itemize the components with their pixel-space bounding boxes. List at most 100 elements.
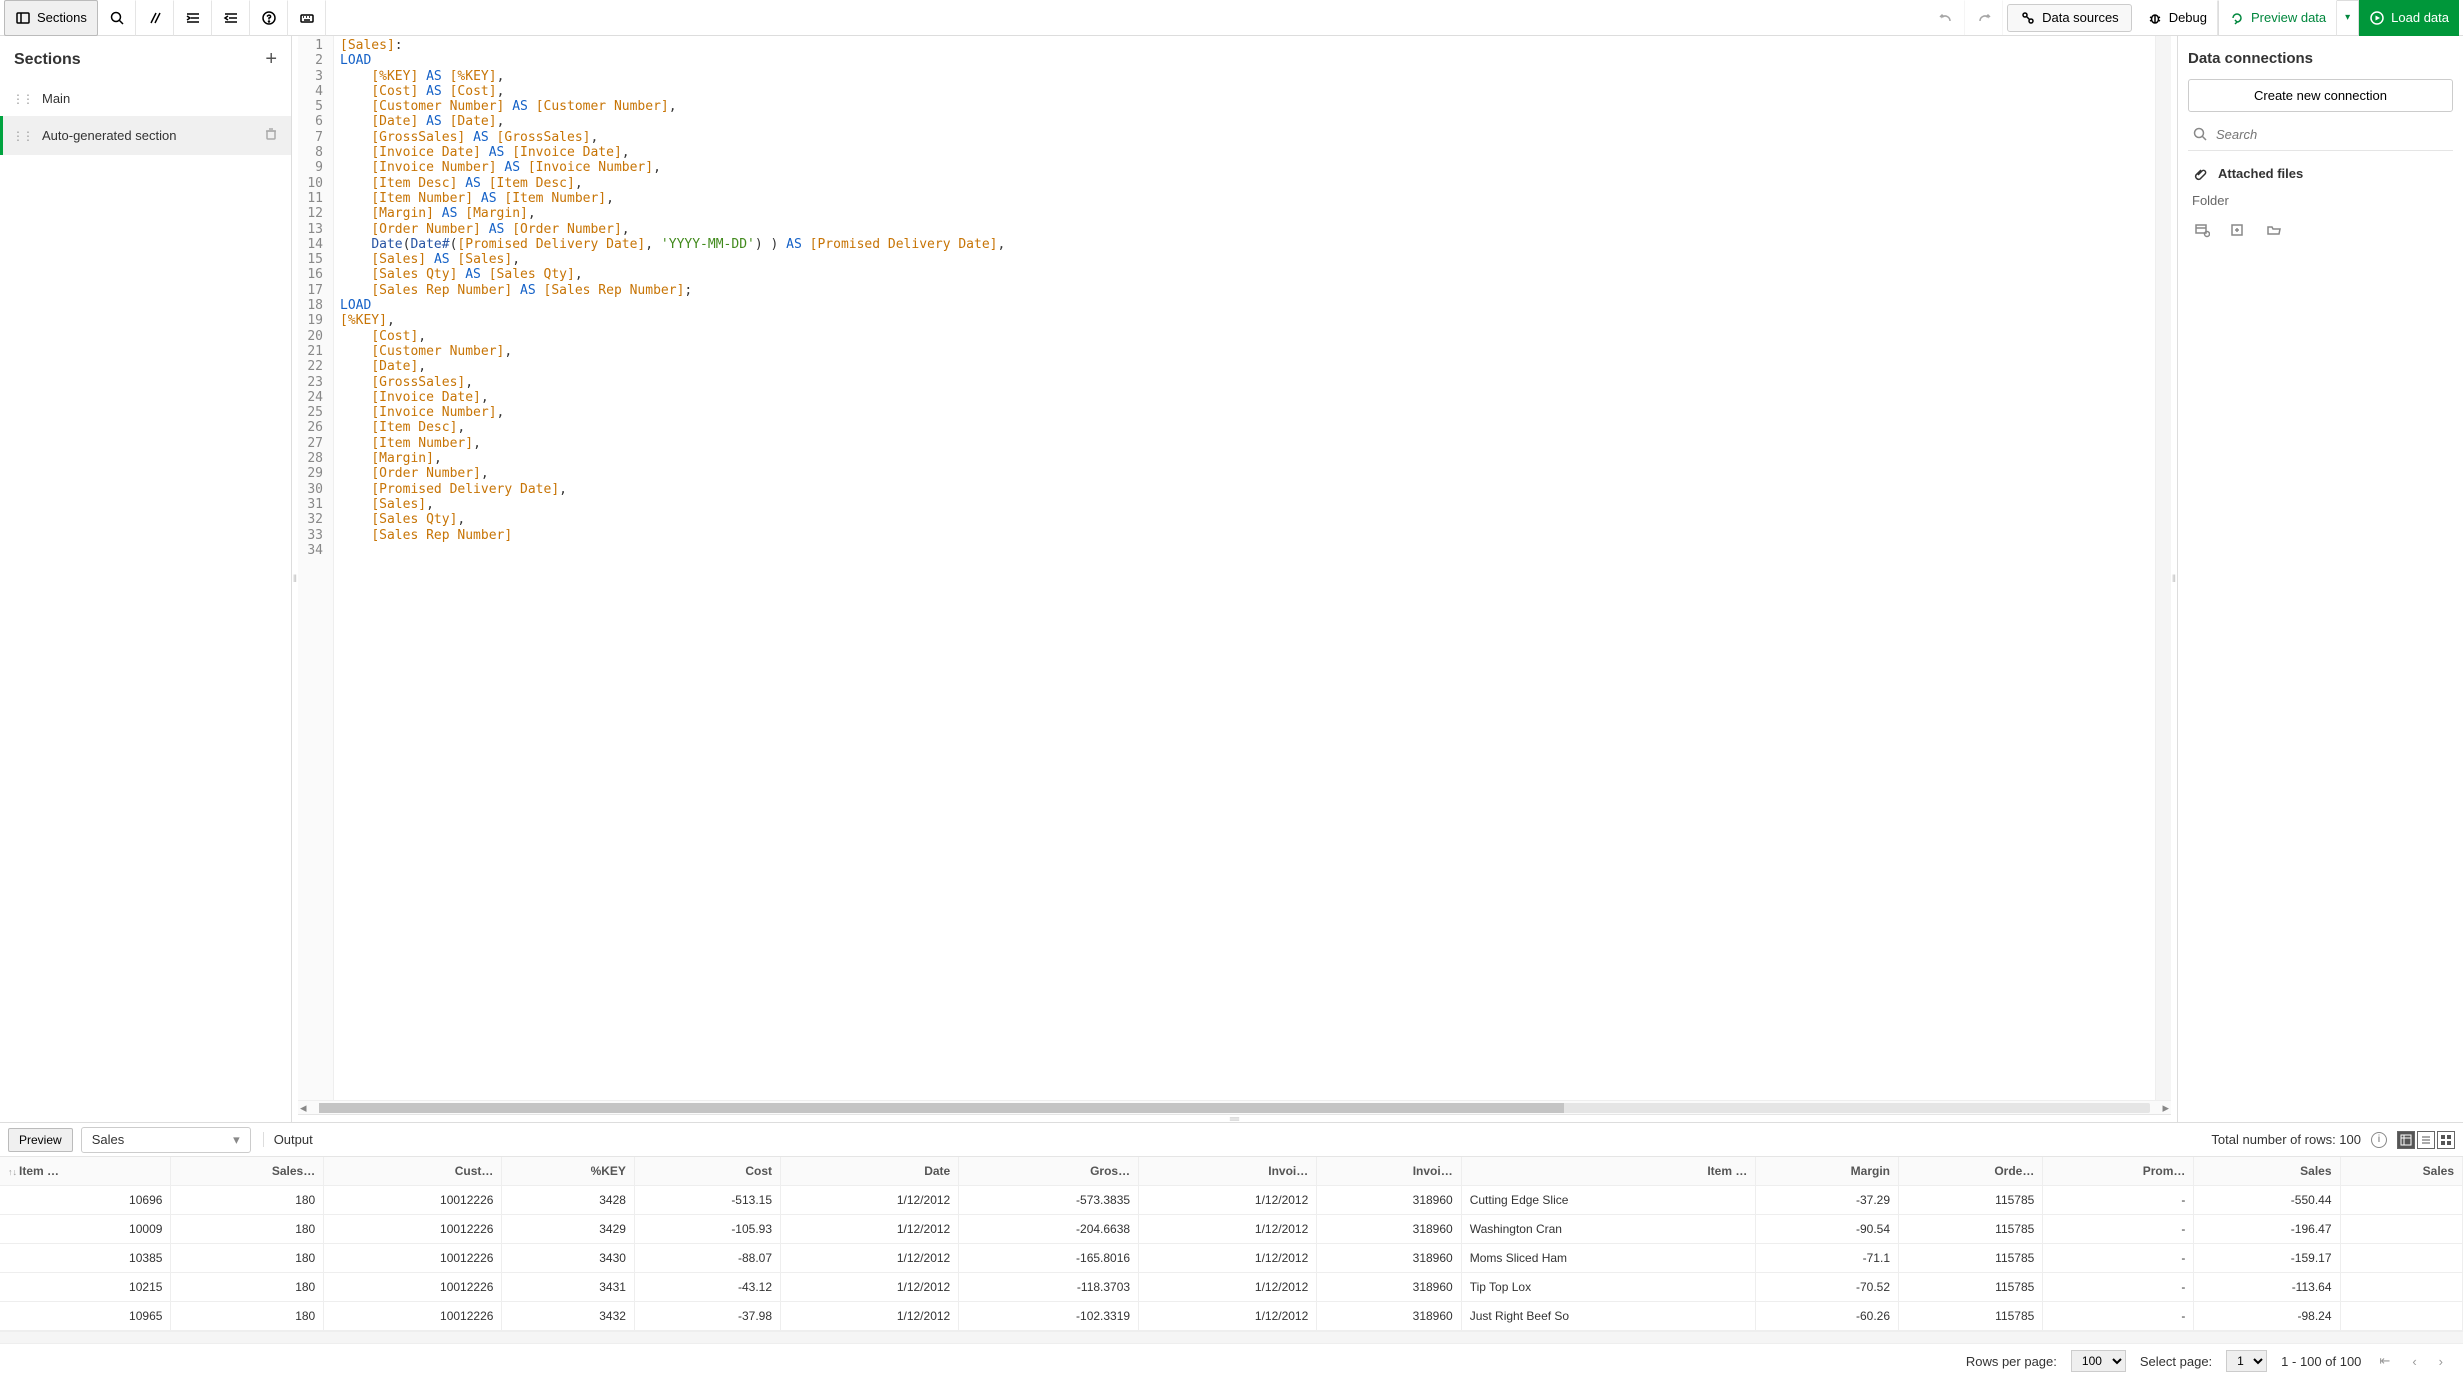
- table-cell: -159.17: [2194, 1244, 2340, 1273]
- view-list-button[interactable]: [2417, 1131, 2435, 1149]
- table-row[interactable]: 10696180100122263428-513.151/12/2012-573…: [0, 1186, 2463, 1215]
- folder-icon: [2266, 222, 2282, 238]
- column-header[interactable]: Margin: [1756, 1157, 1899, 1186]
- table-cell: -37.98: [634, 1302, 780, 1331]
- next-page-button[interactable]: ›: [2435, 1354, 2447, 1369]
- preview-grid[interactable]: ↑↓Item …Sales…Cust…%KEYCostDateGros…Invo…: [0, 1157, 2463, 1331]
- rows-count-label: Total number of rows: 100: [2211, 1132, 2361, 1147]
- drag-handle-icon[interactable]: ⋮⋮: [12, 92, 32, 106]
- preview-button[interactable]: Preview: [8, 1128, 73, 1152]
- column-header[interactable]: Cost: [634, 1157, 780, 1186]
- column-header[interactable]: Orde…: [1899, 1157, 2043, 1186]
- table-cell: [2340, 1302, 2463, 1331]
- table-cell: -: [2043, 1273, 2194, 1302]
- delete-section-button[interactable]: [263, 126, 279, 145]
- section-item-label: Auto-generated section: [42, 128, 176, 143]
- table-cell: 115785: [1899, 1186, 2043, 1215]
- insert-script-button[interactable]: [2230, 222, 2246, 241]
- splitter-handle-icon: ‖: [2172, 574, 2176, 585]
- table-cell: 10385: [0, 1244, 171, 1273]
- load-data-button[interactable]: Load data: [2359, 0, 2459, 36]
- column-header[interactable]: Date: [781, 1157, 959, 1186]
- folder-open-button[interactable]: [2266, 222, 2282, 241]
- column-header[interactable]: Prom…: [2043, 1157, 2194, 1186]
- column-header[interactable]: ↑↓Item …: [0, 1157, 171, 1186]
- table-cell: 1/12/2012: [781, 1186, 959, 1215]
- indent-button[interactable]: [174, 0, 212, 36]
- sort-icon: ↑↓: [8, 1167, 17, 1177]
- column-header[interactable]: Cust…: [324, 1157, 502, 1186]
- column-header[interactable]: Sales: [2194, 1157, 2340, 1186]
- grid-scrollbar[interactable]: [0, 1331, 2463, 1343]
- keyboard-button[interactable]: [288, 0, 326, 36]
- table-cell: 10215: [0, 1273, 171, 1302]
- preview-data-dropdown[interactable]: ▾: [2337, 0, 2359, 36]
- table-cell: 180: [171, 1186, 324, 1215]
- create-connection-button[interactable]: Create new connection: [2188, 79, 2453, 112]
- outdent-button[interactable]: [212, 0, 250, 36]
- sections-toggle-button[interactable]: Sections: [4, 0, 98, 36]
- column-header[interactable]: Item …: [1461, 1157, 1756, 1186]
- folder-label: Folder: [2188, 187, 2453, 214]
- table-cell: 10012226: [324, 1244, 502, 1273]
- section-item[interactable]: ⋮⋮ Auto-generated section: [0, 116, 291, 155]
- help-button[interactable]: [250, 0, 288, 36]
- table-cell: -573.3835: [959, 1186, 1139, 1215]
- table-cell: -550.44: [2194, 1186, 2340, 1215]
- search-icon: [109, 10, 125, 26]
- table-row[interactable]: 10385180100122263430-88.071/12/2012-165.…: [0, 1244, 2463, 1273]
- select-data-button[interactable]: [2194, 222, 2210, 241]
- table-cell: Just Right Beef So: [1461, 1302, 1756, 1331]
- comment-button[interactable]: [136, 0, 174, 36]
- table-cell: -71.1: [1756, 1244, 1899, 1273]
- search-button[interactable]: [98, 0, 136, 36]
- data-sources-button[interactable]: Data sources: [2007, 4, 2132, 32]
- column-header[interactable]: Gros…: [959, 1157, 1139, 1186]
- debug-button[interactable]: Debug: [2136, 0, 2218, 36]
- output-tab[interactable]: Output: [263, 1132, 319, 1147]
- view-grid-button[interactable]: [2437, 1131, 2455, 1149]
- column-header[interactable]: Invoi…: [1139, 1157, 1317, 1186]
- top-toolbar: Sections Data sources: [0, 0, 2463, 36]
- prev-page-button[interactable]: ‹: [2408, 1354, 2420, 1369]
- table-row[interactable]: 10009180100122263429-105.931/12/2012-204…: [0, 1215, 2463, 1244]
- column-header[interactable]: %KEY: [502, 1157, 635, 1186]
- table-cell: 1/12/2012: [1139, 1244, 1317, 1273]
- page-select[interactable]: 1: [2226, 1350, 2267, 1372]
- table-row[interactable]: 10965180100122263432-37.981/12/2012-102.…: [0, 1302, 2463, 1331]
- right-splitter[interactable]: ‖: [2171, 36, 2177, 1122]
- column-header[interactable]: Invoi…: [1317, 1157, 1461, 1186]
- table-select[interactable]: Sales ▾: [81, 1127, 251, 1153]
- table-cell: -37.29: [1756, 1186, 1899, 1215]
- first-page-button[interactable]: ⇤: [2375, 1353, 2394, 1369]
- rows-per-page-select[interactable]: 100: [2071, 1350, 2126, 1372]
- column-header[interactable]: Sales…: [171, 1157, 324, 1186]
- drag-handle-icon[interactable]: ⋮⋮: [12, 129, 32, 143]
- vertical-scrollbar[interactable]: [2155, 36, 2171, 1100]
- data-sources-icon: [2020, 10, 2036, 26]
- table-cell: 1/12/2012: [781, 1273, 959, 1302]
- redo-button[interactable]: [1965, 0, 2003, 36]
- table-cell: 1/12/2012: [1139, 1302, 1317, 1331]
- add-section-button[interactable]: +: [265, 48, 277, 71]
- table-cell: 115785: [1899, 1244, 2043, 1273]
- section-item[interactable]: ⋮⋮ Main: [0, 81, 291, 116]
- view-table-button[interactable]: [2397, 1131, 2415, 1149]
- code-editor[interactable]: [Sales]:LOAD [%KEY] AS [%KEY], [Cost] AS…: [334, 36, 2155, 1100]
- search-icon: [2192, 126, 2208, 142]
- undo-button[interactable]: [1927, 0, 1965, 36]
- refresh-icon: [2229, 10, 2245, 26]
- preview-data-button[interactable]: Preview data: [2218, 0, 2337, 36]
- connection-search-input[interactable]: [2216, 127, 2449, 142]
- preview-data-label: Preview data: [2251, 10, 2326, 25]
- attachment-icon: [2192, 165, 2208, 181]
- horizontal-scrollbar[interactable]: ◂ ▸: [298, 1100, 2171, 1114]
- column-header[interactable]: Sales: [2340, 1157, 2463, 1186]
- horizontal-splitter[interactable]: ═: [298, 1114, 2171, 1122]
- info-icon[interactable]: i: [2371, 1132, 2387, 1148]
- table-row[interactable]: 10215180100122263431-43.121/12/2012-118.…: [0, 1273, 2463, 1302]
- table-cell: 318960: [1317, 1273, 1461, 1302]
- attached-files-label: Attached files: [2218, 166, 2303, 181]
- table-cell: 1/12/2012: [781, 1244, 959, 1273]
- table-cell: 1/12/2012: [1139, 1273, 1317, 1302]
